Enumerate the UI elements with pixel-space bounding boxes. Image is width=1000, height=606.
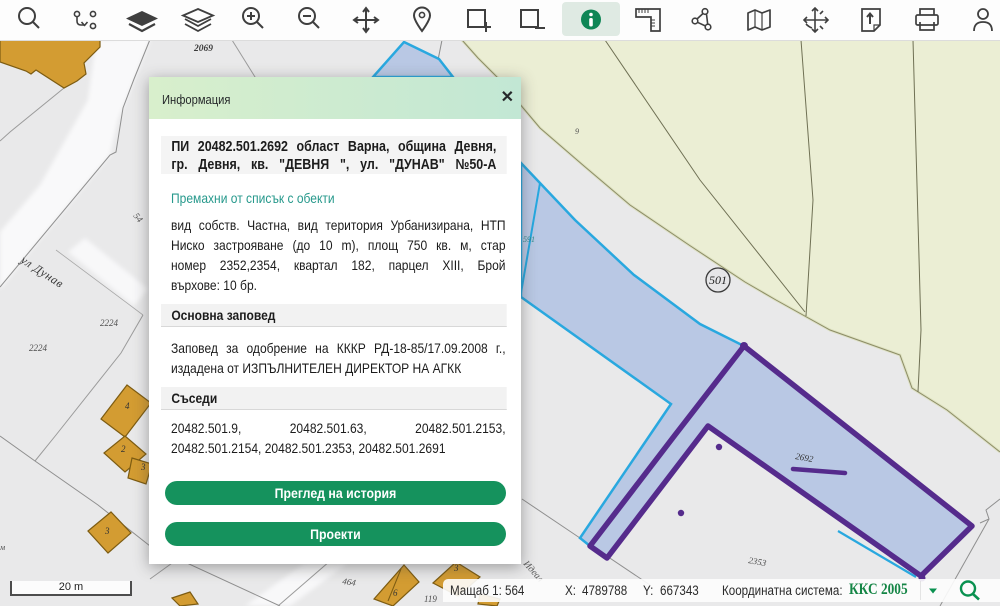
svg-text:3: 3 (453, 563, 459, 573)
svg-text:464: 464 (342, 576, 357, 588)
svg-text:6: 6 (393, 588, 398, 598)
svg-text:2224: 2224 (100, 318, 119, 328)
svg-text:4: 4 (125, 401, 130, 411)
svg-text:м: м (0, 543, 5, 552)
svg-text:3: 3 (104, 526, 110, 536)
svg-text:2069: 2069 (193, 44, 213, 54)
svg-text:3: 3 (140, 462, 146, 472)
svg-text:591: 591 (523, 235, 535, 244)
svg-text:2224: 2224 (29, 343, 48, 353)
svg-text:119: 119 (424, 594, 437, 604)
svg-text:9: 9 (575, 127, 579, 136)
svg-text:501: 501 (709, 273, 727, 287)
svg-text:2: 2 (121, 444, 126, 454)
